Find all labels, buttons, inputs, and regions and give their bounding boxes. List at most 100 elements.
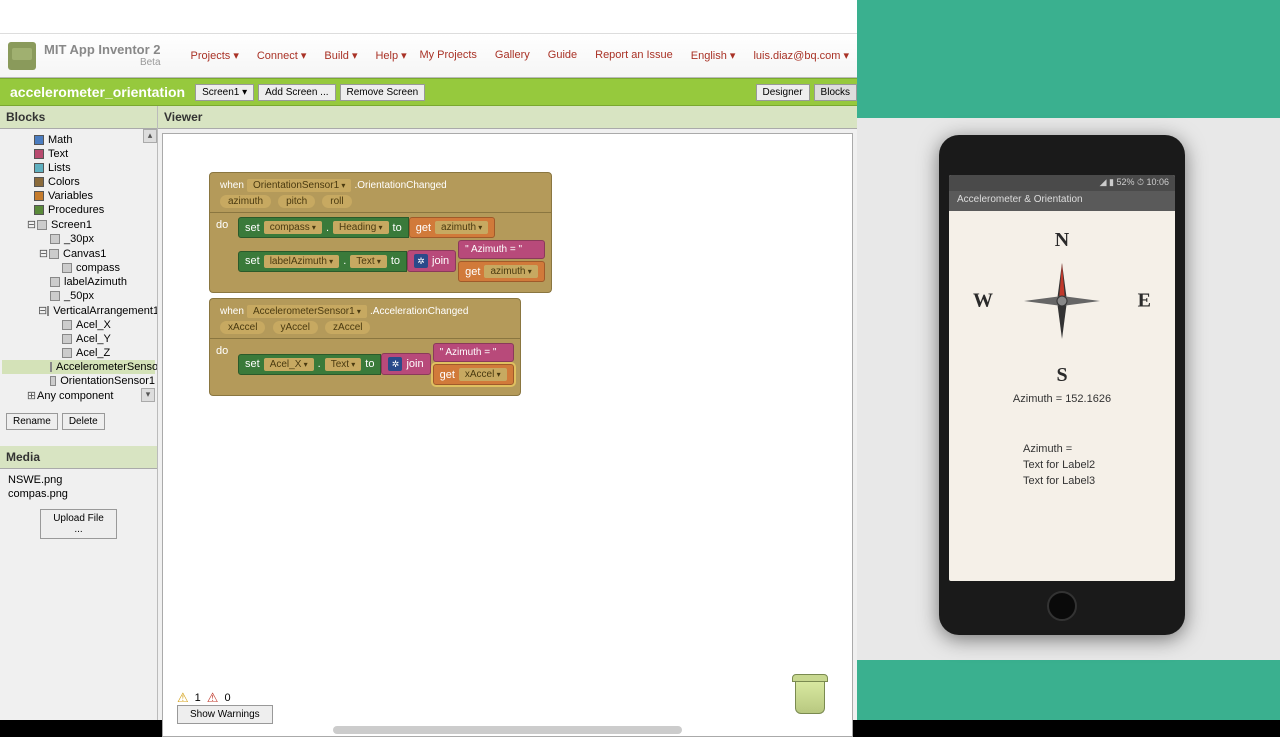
show-warnings-button[interactable]: Show Warnings [177, 705, 273, 724]
media-file-2[interactable]: compas.png [8, 487, 149, 501]
add-screen-button[interactable]: Add Screen ... [258, 84, 335, 101]
phone-home-button-icon [1047, 591, 1077, 621]
menu-gallery[interactable]: Gallery [495, 49, 530, 62]
text-literal-azimuth-1[interactable]: " Azimuth = " [458, 240, 545, 259]
viewer-panel: Viewer when OrientationSensor1 .Orientat… [158, 106, 857, 720]
tree-orisensor[interactable]: OrientationSensor1 [2, 374, 155, 388]
compass-widget: N S W E [949, 211, 1175, 391]
tree-acelx[interactable]: Acel_X [2, 318, 155, 332]
media-list: NSWE.png compas.png [0, 469, 157, 505]
do-label-2: do [216, 345, 228, 357]
category-colors[interactable]: Colors [2, 175, 155, 189]
gear-icon[interactable]: ✲ [414, 254, 428, 268]
set-acelx-text[interactable]: set Acel_X. Text to [238, 354, 381, 375]
tree-acelz[interactable]: Acel_Z [2, 346, 155, 360]
category-procedures[interactable]: Procedures [2, 203, 155, 217]
tree-labelazimuth[interactable]: labelAzimuth [2, 275, 155, 289]
phone-status-bar: ◢ ▮ 52% ⏱ 10:06 [949, 175, 1175, 191]
trash-icon[interactable] [792, 674, 828, 718]
text-literal-azimuth-2[interactable]: " Azimuth = " [433, 343, 514, 362]
phone-app-header: Accelerometer & Orientation [949, 191, 1175, 211]
top-menu-bar: MIT App Inventor 2 Beta Projects ▾ Conne… [0, 33, 857, 78]
remove-screen-button[interactable]: Remove Screen [340, 84, 426, 101]
delete-button[interactable]: Delete [62, 413, 105, 430]
param-pitch: pitch [278, 195, 315, 208]
compass-w: W [973, 290, 993, 313]
gear-icon[interactable]: ✲ [388, 357, 402, 371]
category-text[interactable]: Text [2, 147, 155, 161]
tree-acely[interactable]: Acel_Y [2, 332, 155, 346]
do-label: do [216, 219, 228, 231]
param-xaccel: xAccel [220, 321, 265, 334]
phone-azimuth-value: Azimuth = 152.1626 [949, 391, 1175, 407]
menu-projects[interactable]: Projects ▾ [191, 49, 239, 62]
app-title: MIT App Inventor 2 Beta [44, 43, 161, 69]
param-roll: roll [322, 195, 351, 208]
left-panel: Blocks ▴ Math Text Lists Colors Variable… [0, 106, 158, 720]
phone-screen: ◢ ▮ 52% ⏱ 10:06 Accelerometer & Orientat… [949, 175, 1175, 581]
designer-button[interactable]: Designer [756, 84, 810, 101]
category-lists[interactable]: Lists [2, 161, 155, 175]
brand-title: MIT App Inventor 2 [44, 42, 161, 57]
project-title: accelerometer_orientation [4, 84, 191, 100]
scroll-up-icon[interactable]: ▴ [143, 129, 157, 143]
menu-report[interactable]: Report an Issue [595, 49, 673, 62]
set-labelazimuth-text[interactable]: set labelAzimuth. Text to [238, 251, 407, 272]
join-block-1[interactable]: ✲ join [407, 250, 456, 272]
menu-myprojects[interactable]: My Projects [419, 49, 476, 62]
rename-button[interactable]: Rename [6, 413, 58, 430]
set-compass-heading[interactable]: set compass. Heading to [238, 217, 409, 238]
menu-user[interactable]: luis.diaz@bq.com ▾ [753, 49, 849, 62]
menu-guide[interactable]: Guide [548, 49, 577, 62]
menu-english[interactable]: English ▾ [691, 49, 736, 62]
block-orientation-changed[interactable]: when OrientationSensor1 .OrientationChan… [209, 172, 552, 293]
phone-label-2: Text for Label2 [949, 457, 1175, 473]
main-menu: Projects ▾ Connect ▾ Build ▾ Help ▾ [191, 49, 407, 62]
app-logo-icon [8, 42, 36, 70]
device-photo-panel: ◢ ▮ 52% ⏱ 10:06 Accelerometer & Orientat… [857, 0, 1280, 720]
accelerometer-sensor-dropdown[interactable]: AccelerometerSensor1 [247, 305, 367, 318]
menu-build[interactable]: Build ▾ [324, 49, 357, 62]
phone-device: ◢ ▮ 52% ⏱ 10:06 Accelerometer & Orientat… [939, 135, 1185, 635]
tree-accsensor[interactable]: AccelerometerSensor1 [2, 360, 155, 374]
category-math[interactable]: Math [2, 133, 155, 147]
media-panel-header: Media [0, 446, 157, 469]
blocks-button[interactable]: Blocks [814, 84, 857, 101]
param-yaccel: yAccel [273, 321, 318, 334]
warning-counter: ⚠1 ⚠0 [177, 690, 231, 706]
tree-compass[interactable]: compass [2, 261, 155, 275]
menu-right: My Projects Gallery Guide Report an Issu… [419, 49, 849, 62]
compass-rose-icon [1022, 261, 1102, 341]
category-variables[interactable]: Variables [2, 189, 155, 203]
tree-30px[interactable]: _30px [2, 232, 155, 246]
error-icon: ⚠ [207, 690, 219, 706]
screen-dropdown[interactable]: Screen1 ▾ [195, 84, 254, 101]
brand-beta: Beta [44, 56, 161, 69]
media-file-1[interactable]: NSWE.png [8, 473, 149, 487]
project-bar: accelerometer_orientation Screen1 ▾ Add … [0, 78, 857, 106]
param-zaccel: zAccel [325, 321, 370, 334]
compass-n: N [1055, 229, 1069, 252]
phone-label-3: Text for Label3 [949, 473, 1175, 489]
get-azimuth-2[interactable]: get azimuth [458, 261, 545, 282]
block-acceleration-changed[interactable]: when AccelerometerSensor1 .AccelerationC… [209, 298, 521, 396]
get-azimuth-1[interactable]: get azimuth [409, 217, 496, 238]
compass-s: S [1056, 364, 1067, 387]
scroll-down-icon[interactable]: ▾ [141, 388, 155, 402]
blocks-canvas[interactable]: when OrientationSensor1 .OrientationChan… [162, 133, 853, 737]
tree-anycomponent[interactable]: ⊞Any component ▾ [2, 388, 155, 403]
orientation-sensor-dropdown[interactable]: OrientationSensor1 [247, 179, 351, 192]
join-block-2[interactable]: ✲ join [381, 353, 430, 375]
menu-connect[interactable]: Connect ▾ [257, 49, 307, 62]
get-xaccel-dragging[interactable]: get xAccel [433, 364, 514, 385]
horizontal-scrollbar[interactable] [333, 726, 682, 734]
tree-screen1[interactable]: ⊟Screen1 [2, 217, 155, 232]
tree-canvas1[interactable]: ⊟Canvas1 [2, 246, 155, 261]
tree-varr1[interactable]: ⊟VerticalArrangement1 [2, 303, 155, 318]
warning-count: 1 [195, 692, 201, 704]
warning-icon: ⚠ [177, 690, 189, 706]
menu-help[interactable]: Help ▾ [375, 49, 406, 62]
param-azimuth: azimuth [220, 195, 271, 208]
tree-50px[interactable]: _50px [2, 289, 155, 303]
upload-file-button[interactable]: Upload File ... [40, 509, 117, 539]
